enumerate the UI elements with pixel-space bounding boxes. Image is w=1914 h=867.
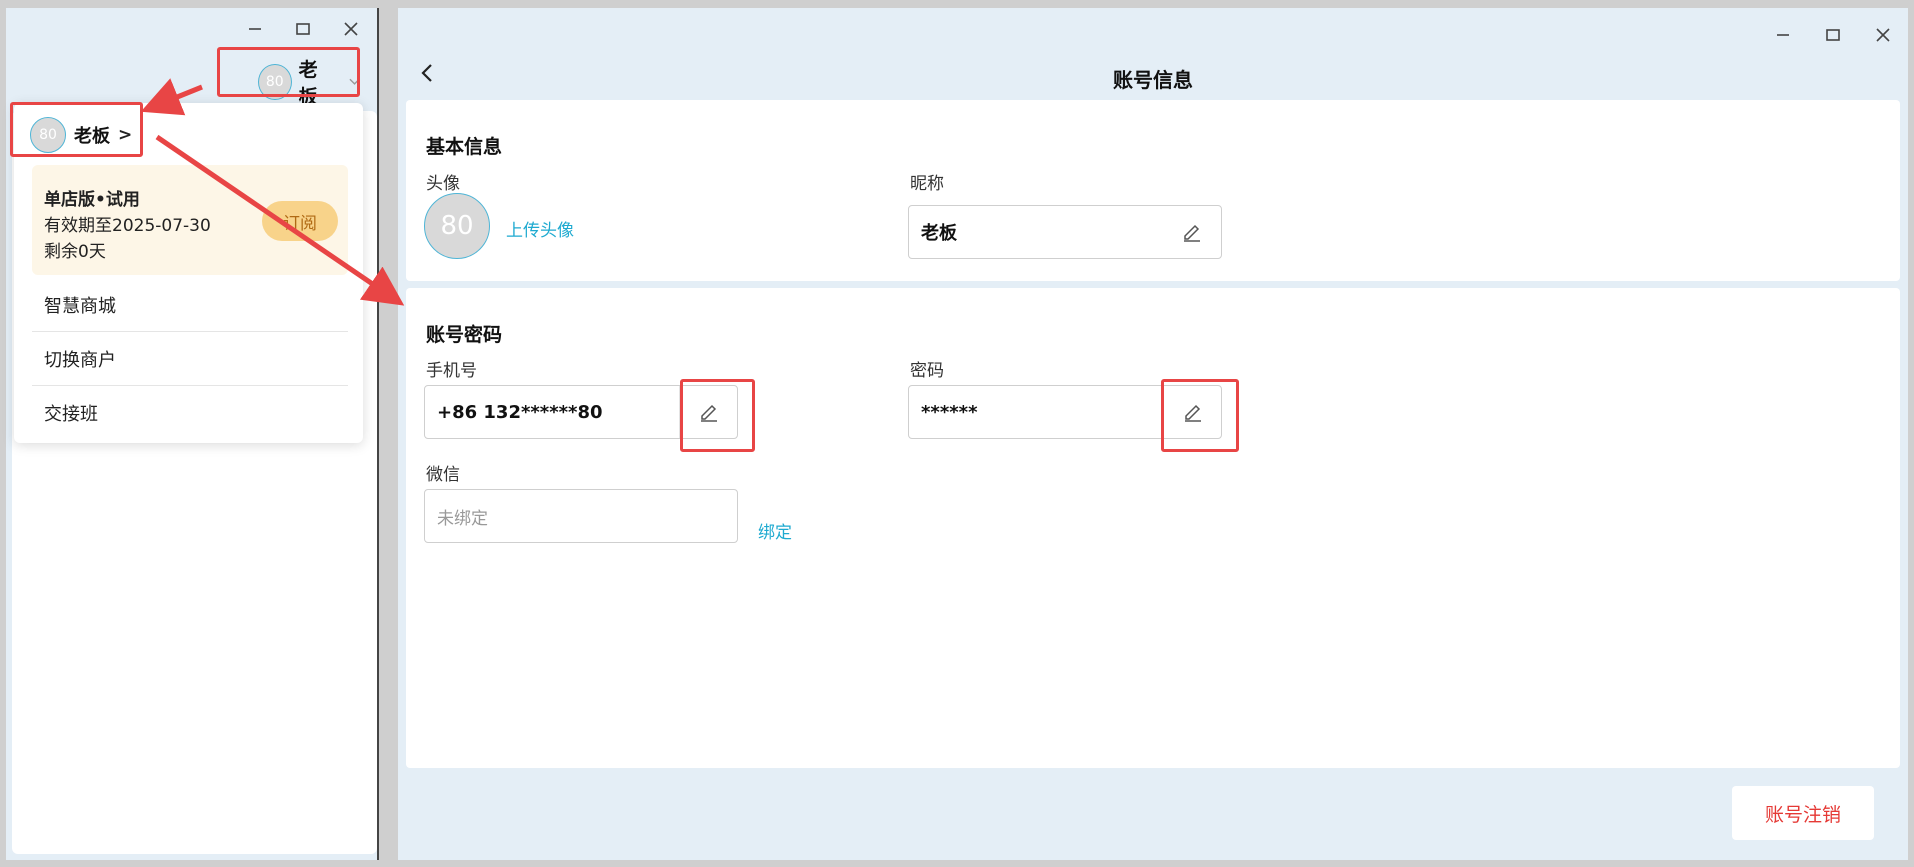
annotation-arrows: [140, 78, 405, 306]
annotation-arrow: [140, 78, 203, 116]
annotation-arrow: [155, 134, 405, 306]
